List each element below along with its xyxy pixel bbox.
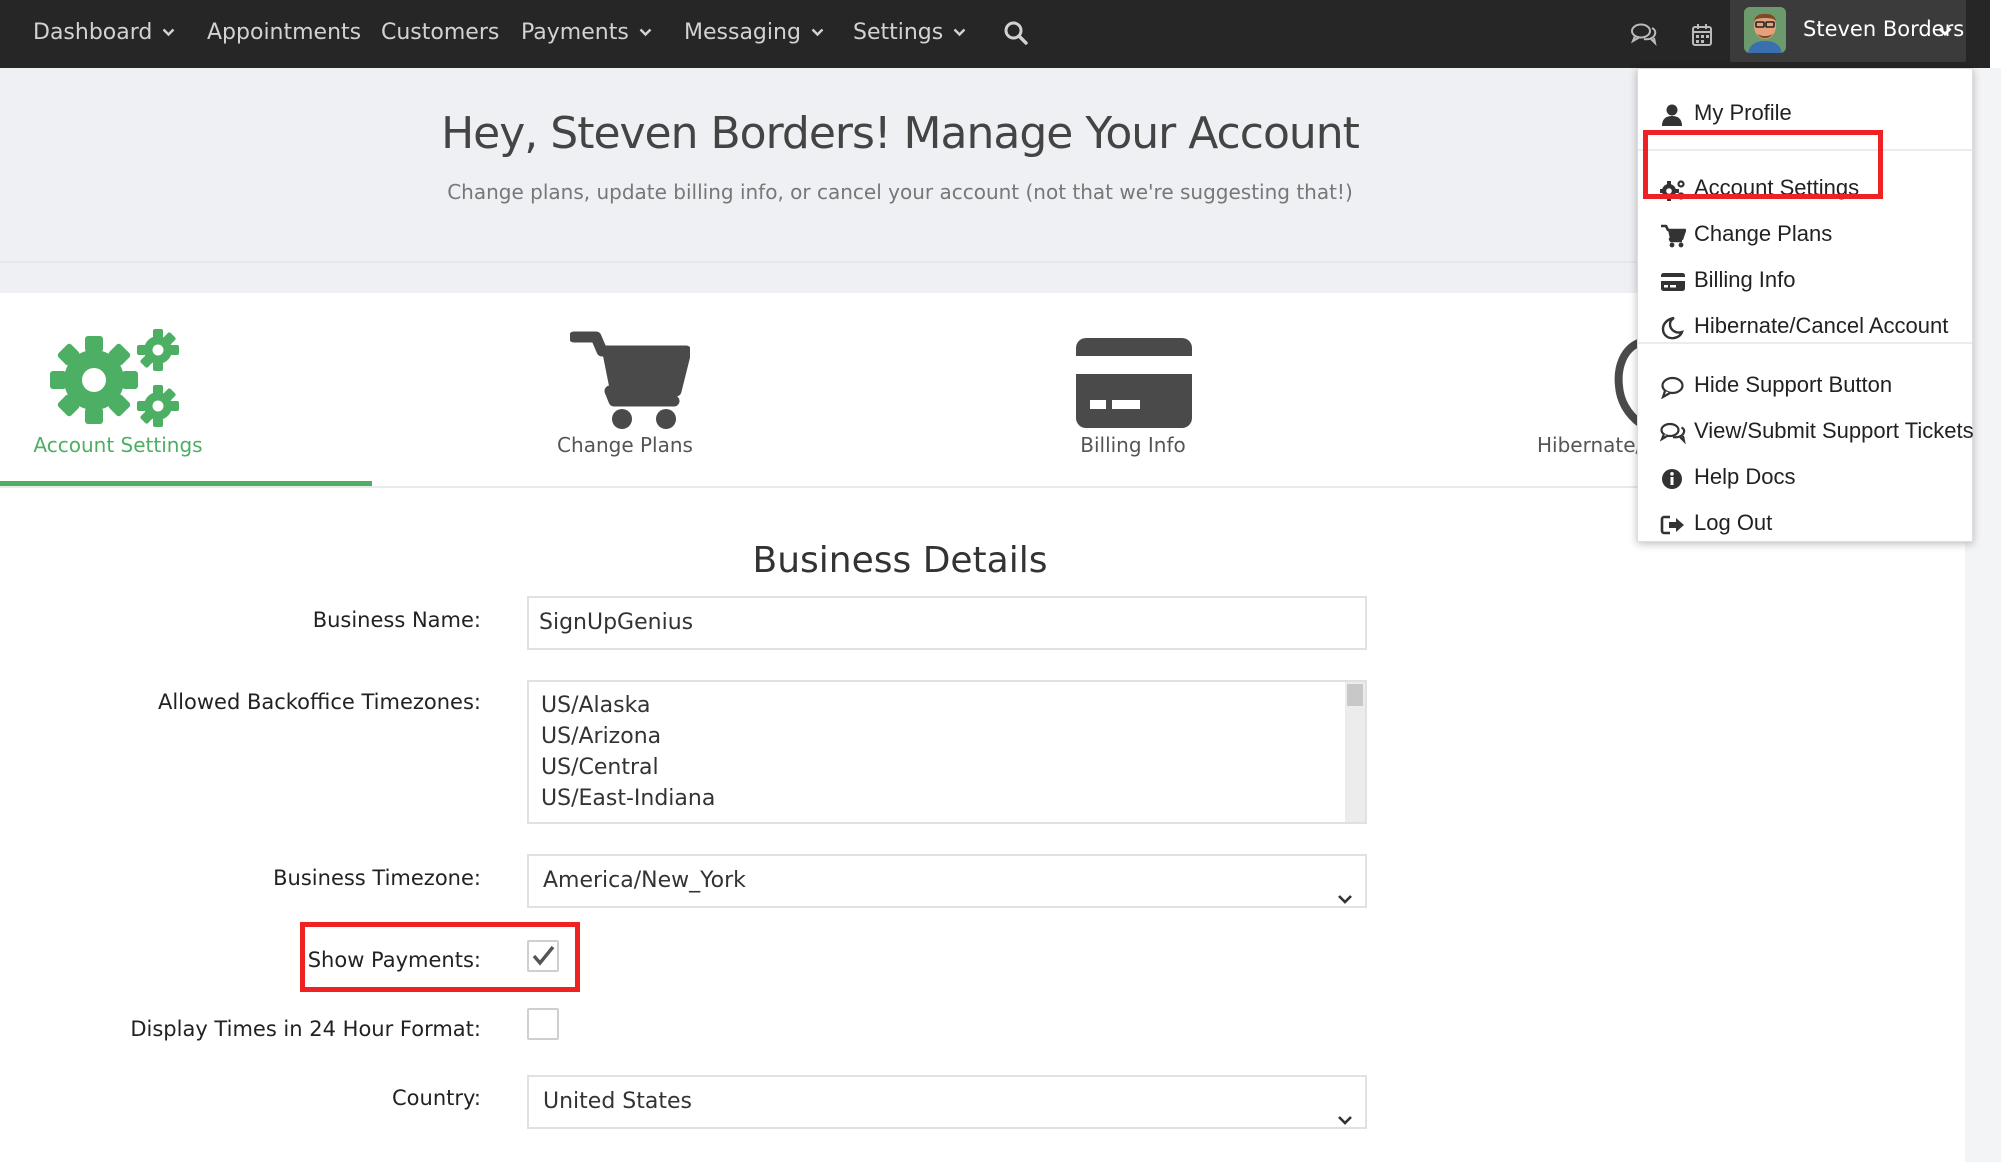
business-name-input[interactable]: SignUpGenius: [527, 596, 1367, 650]
business-timezone-select[interactable]: America/New_York: [527, 854, 1367, 908]
chevron-down-icon: [1337, 874, 1353, 924]
search-icon[interactable]: [1003, 20, 1029, 50]
scrollbar[interactable]: [1345, 682, 1365, 822]
nav-dashboard-label: Dashboard: [33, 20, 153, 45]
timezones-listbox[interactable]: US/Alaska US/Arizona US/Central US/East-…: [527, 680, 1367, 824]
page-title: Hey, Steven Borders! Manage Your Account: [441, 108, 1360, 159]
tab-label: Account Settings: [33, 433, 203, 457]
menu-item-support-tickets[interactable]: View/Submit Support Tickets: [1659, 411, 1974, 451]
country-select[interactable]: United States: [527, 1075, 1367, 1129]
menu-item-log-out[interactable]: Log Out: [1660, 503, 1772, 543]
display-24h-label: Display Times in 24 Hour Format:: [130, 1017, 481, 1041]
list-item[interactable]: US/Central: [541, 752, 1365, 783]
chevron-down-icon: [162, 0, 175, 64]
user-icon: [1660, 100, 1686, 127]
chevron-down-icon: [639, 0, 652, 64]
nav-dashboard[interactable]: Dashboard: [33, 0, 175, 68]
chevron-down-icon: [811, 0, 824, 64]
section-title: Business Details: [752, 540, 1048, 581]
menu-item-label: Billing Info: [1694, 267, 1796, 292]
cart-icon: [568, 331, 692, 435]
credit-card-icon: [1076, 338, 1192, 432]
sign-out-icon: [1660, 510, 1686, 535]
timezones-label: Allowed Backoffice Timezones:: [157, 690, 481, 714]
nav-messaging-label: Messaging: [684, 20, 801, 45]
chevron-down-icon: [953, 0, 966, 64]
info-circle-icon: [1660, 464, 1686, 490]
select-value: United States: [543, 1089, 692, 1114]
avatar: [1744, 7, 1786, 53]
menu-item-help-docs[interactable]: Help Docs: [1660, 457, 1795, 497]
highlight-box: [300, 922, 580, 992]
divider: [1638, 342, 1972, 344]
tab-change-plans[interactable]: Change Plans: [525, 293, 725, 489]
menu-item-hibernate-cancel[interactable]: Hibernate/Cancel Account: [1660, 306, 1948, 346]
nav-payments-label: Payments: [521, 20, 629, 45]
nav-appointments-label: Appointments: [207, 20, 362, 45]
comments-icon: [1659, 418, 1686, 445]
nav-messaging[interactable]: Messaging: [684, 0, 824, 68]
tab-label: Billing Info: [1080, 433, 1186, 457]
nav-payments[interactable]: Payments: [521, 0, 652, 68]
calendar-icon[interactable]: [1691, 23, 1713, 51]
credit-card-icon: [1660, 267, 1686, 292]
list-item[interactable]: US/Alaska: [541, 690, 1365, 721]
country-label: Country:: [392, 1086, 481, 1110]
scrollbar-thumb[interactable]: [1347, 684, 1363, 706]
nav-appointments[interactable]: Appointments: [207, 0, 361, 68]
highlight-box: [1643, 130, 1883, 199]
display-24h-checkbox[interactable]: [527, 1008, 559, 1040]
tab-label: Change Plans: [557, 433, 693, 457]
menu-item-billing-info[interactable]: Billing Info: [1660, 260, 1796, 300]
page-subtitle: Change plans, update billing info, or ca…: [447, 180, 1353, 204]
menu-item-label: My Profile: [1694, 100, 1792, 125]
list-item[interactable]: US/Arizona: [541, 721, 1365, 752]
top-navbar: Dashboard Appointments Customers Payment…: [0, 0, 1990, 68]
menu-item-hide-support[interactable]: Hide Support Button: [1660, 365, 1892, 405]
tab-hibernate[interactable]: Hibernate/: [1537, 293, 1644, 489]
menu-item-change-plans[interactable]: Change Plans: [1660, 214, 1832, 254]
tab-billing-info[interactable]: Billing Info: [1033, 293, 1233, 489]
menu-item-label: Hide Support Button: [1694, 372, 1893, 397]
cart-icon: [1660, 221, 1687, 248]
menu-item-label: Log Out: [1694, 510, 1773, 535]
menu-item-label: Hibernate/Cancel Account: [1694, 313, 1949, 338]
list-item[interactable]: US/East-Indiana: [541, 783, 1365, 814]
nav-customers-label: Customers: [381, 20, 500, 45]
business-name-label: Business Name:: [312, 608, 481, 632]
business-timezone-label: Business Timezone:: [273, 866, 481, 890]
moon-icon: [1660, 313, 1686, 340]
select-value: America/New_York: [543, 868, 746, 893]
menu-item-label: Help Docs: [1694, 464, 1796, 489]
chat-icon[interactable]: [1630, 22, 1658, 50]
menu-item-my-profile[interactable]: My Profile: [1660, 93, 1792, 133]
gears-icon: [50, 328, 185, 432]
user-menu-toggle[interactable]: Steven Borders: [1730, 0, 1966, 62]
nav-customers[interactable]: Customers: [381, 0, 499, 68]
tab-label: Hibernate/: [1537, 433, 1643, 457]
tab-account-settings[interactable]: Account Settings: [0, 293, 236, 489]
menu-item-label: View/Submit Support Tickets: [1694, 418, 1974, 443]
nav-settings-label: Settings: [853, 20, 944, 45]
menu-item-label: Change Plans: [1694, 221, 1833, 246]
comment-icon: [1660, 372, 1686, 400]
chevron-down-icon: [1337, 1095, 1353, 1145]
chevron-down-icon: [1938, 22, 1952, 41]
nav-settings[interactable]: Settings: [853, 0, 966, 68]
